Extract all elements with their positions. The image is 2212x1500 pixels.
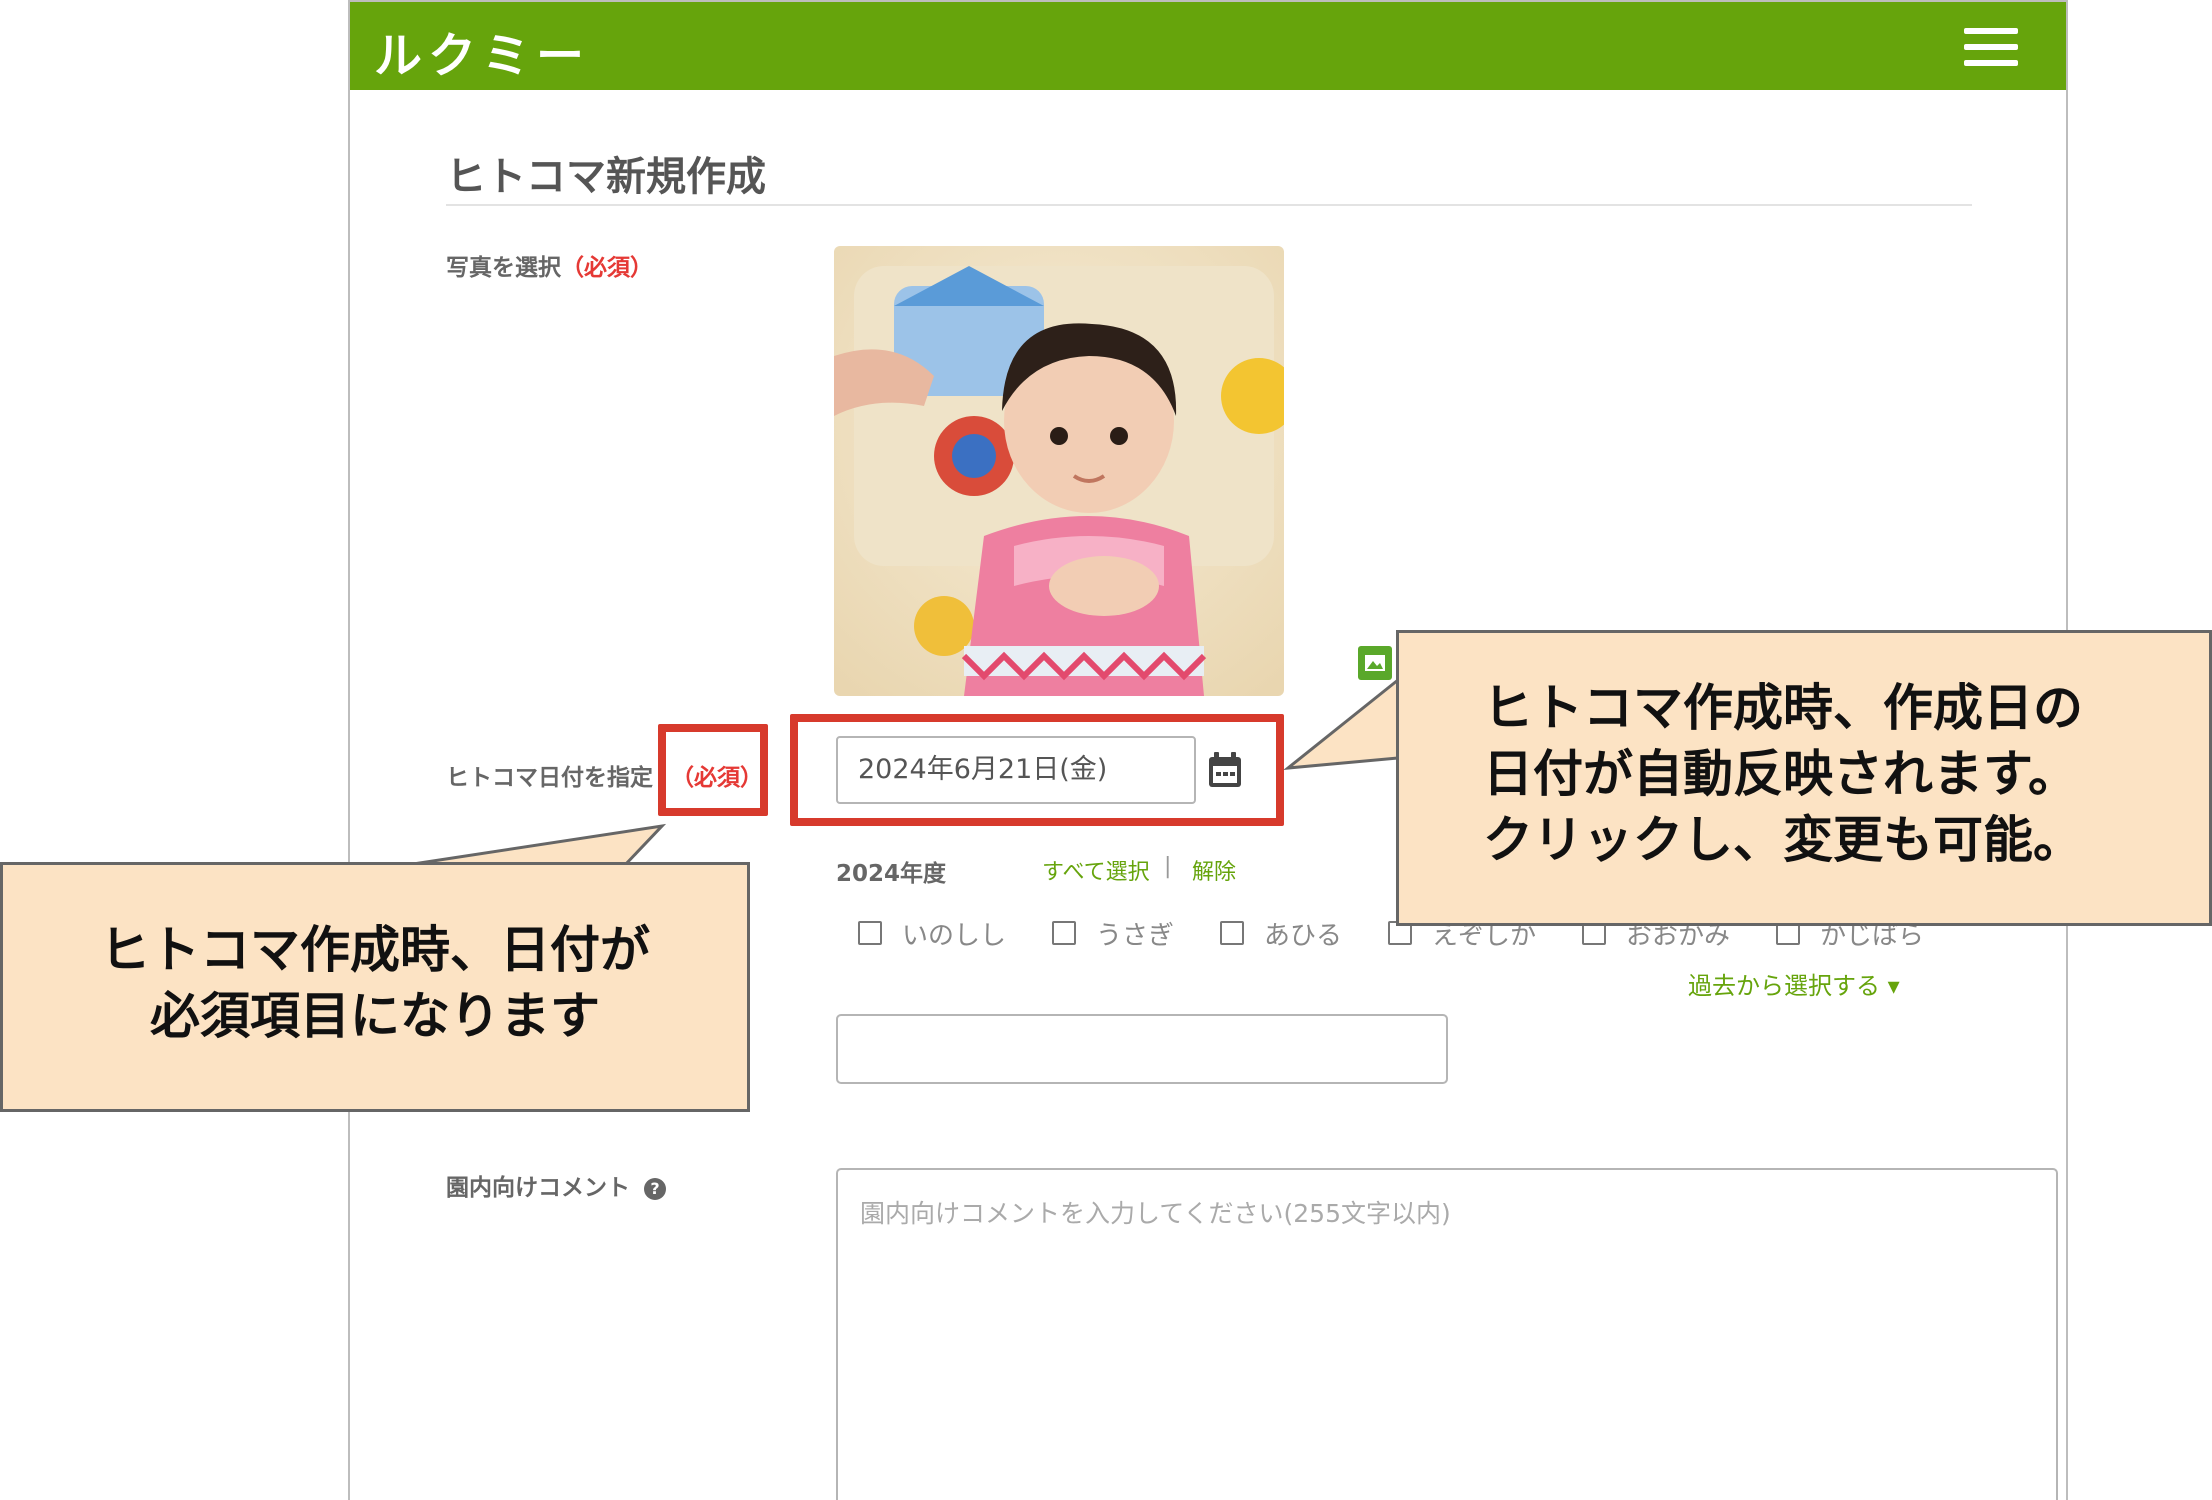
- comment-field-label: 園内向けコメント?: [446, 1168, 666, 1202]
- select-all-link[interactable]: すべて選択: [1042, 854, 1150, 886]
- internal-comment-textarea[interactable]: 園内向けコメントを入力してください(255文字以内): [836, 1168, 2058, 1500]
- class-label: うさぎ: [1096, 920, 1175, 951]
- required-badge-highlight: [658, 724, 768, 816]
- callout-date-required: ヒトコマ作成時、日付が 必須項目になります: [0, 862, 750, 1112]
- class-text-input[interactable]: [836, 1014, 1448, 1084]
- class-checkbox-inoshishi[interactable]: いのしし: [858, 916, 1007, 951]
- select-from-past-link[interactable]: 過去から選択する ▾: [1688, 966, 1900, 1001]
- photo-required-badge: （必須）: [561, 255, 653, 281]
- app-logo[interactable]: ルクミー: [374, 16, 590, 86]
- link-separator: |: [1164, 854, 1172, 879]
- checkbox-box[interactable]: [1220, 921, 1244, 945]
- selected-photo[interactable]: [834, 246, 1284, 696]
- callout-line: 日付が自動反映されます。: [1483, 745, 2078, 803]
- class-checkbox-ahiru[interactable]: あひる: [1220, 916, 1343, 951]
- hamburger-menu-icon[interactable]: [1964, 28, 2018, 66]
- date-input-highlight: [790, 714, 1284, 826]
- callout-date-auto-fill: ヒトコマ作成時、作成日の 日付が自動反映されます。 クリックし、変更も可能。: [1396, 630, 2212, 926]
- callout-line: ヒトコマ作成時、日付が: [100, 921, 650, 979]
- title-divider: [446, 204, 1972, 206]
- app-header: ルクミー: [350, 2, 2066, 90]
- clear-selection-link[interactable]: 解除: [1192, 854, 1236, 886]
- photo-field-label: 写真を選択（必須）: [446, 248, 653, 282]
- image-icon[interactable]: [1358, 646, 1392, 680]
- help-icon[interactable]: ?: [644, 1177, 666, 1200]
- page-title: ヒトコマ新規作成: [446, 154, 766, 200]
- photo-label-text: 写真を選択: [446, 255, 561, 281]
- photo-thumbnail-image: [834, 246, 1284, 696]
- comment-label-text: 園内向けコメント: [446, 1175, 630, 1201]
- class-checkbox-usagi[interactable]: うさぎ: [1052, 916, 1175, 951]
- school-year-label: 2024年度: [836, 861, 947, 887]
- callout-line: ヒトコマ作成時、作成日の: [1483, 679, 2083, 737]
- checkbox-box[interactable]: [1052, 921, 1076, 945]
- checkbox-box[interactable]: [858, 921, 882, 945]
- callout-line: クリックし、変更も可能。: [1483, 811, 2083, 869]
- date-label-text: ヒトコマ日付を指定: [446, 765, 653, 791]
- callout-line: 必須項目になります: [150, 987, 600, 1045]
- class-label: いのしし: [902, 920, 1007, 951]
- class-label: あひる: [1264, 920, 1343, 951]
